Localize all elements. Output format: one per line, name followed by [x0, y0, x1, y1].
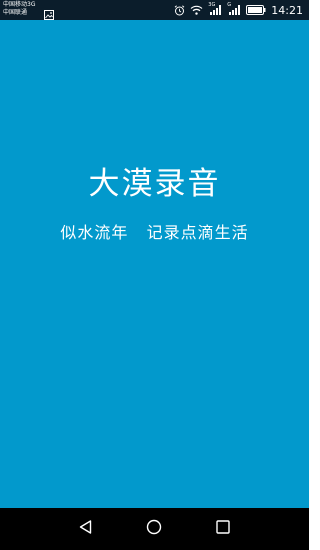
network-type-2: G: [227, 2, 232, 8]
navigation-bar: [0, 508, 309, 550]
back-button[interactable]: [76, 519, 96, 539]
home-icon: [146, 519, 162, 539]
carrier-2: 中国联通: [3, 9, 28, 16]
alarm-icon: [174, 4, 185, 16]
back-icon: [78, 519, 94, 539]
status-bar: 中国移动3G 中国联通 3G G 14:21: [0, 0, 309, 20]
app-slogan: 似水流年 记录点滴生活: [60, 223, 249, 242]
splash-screen: 中国移动3G 中国联通 3G G 14:21 大漠录音 似水流年 记录点滴生活: [0, 0, 309, 550]
wifi-icon: [190, 5, 203, 15]
status-time: 14:21: [271, 3, 303, 17]
recents-button[interactable]: [213, 519, 233, 539]
recents-icon: [215, 519, 231, 539]
home-button[interactable]: [144, 519, 164, 539]
gallery-icon: [44, 5, 54, 20]
signal-icon: 3G: [208, 2, 222, 16]
signal-icon-2: G: [227, 2, 241, 16]
carrier-1: 中国移动3G: [3, 1, 36, 8]
status-icons: 3G G 14:21: [174, 0, 303, 20]
network-type-1: 3G: [208, 2, 216, 8]
carrier-info: 中国移动3G 中国联通: [3, 1, 35, 17]
battery-icon: [246, 5, 266, 15]
app-title: 大漠录音: [88, 166, 221, 202]
